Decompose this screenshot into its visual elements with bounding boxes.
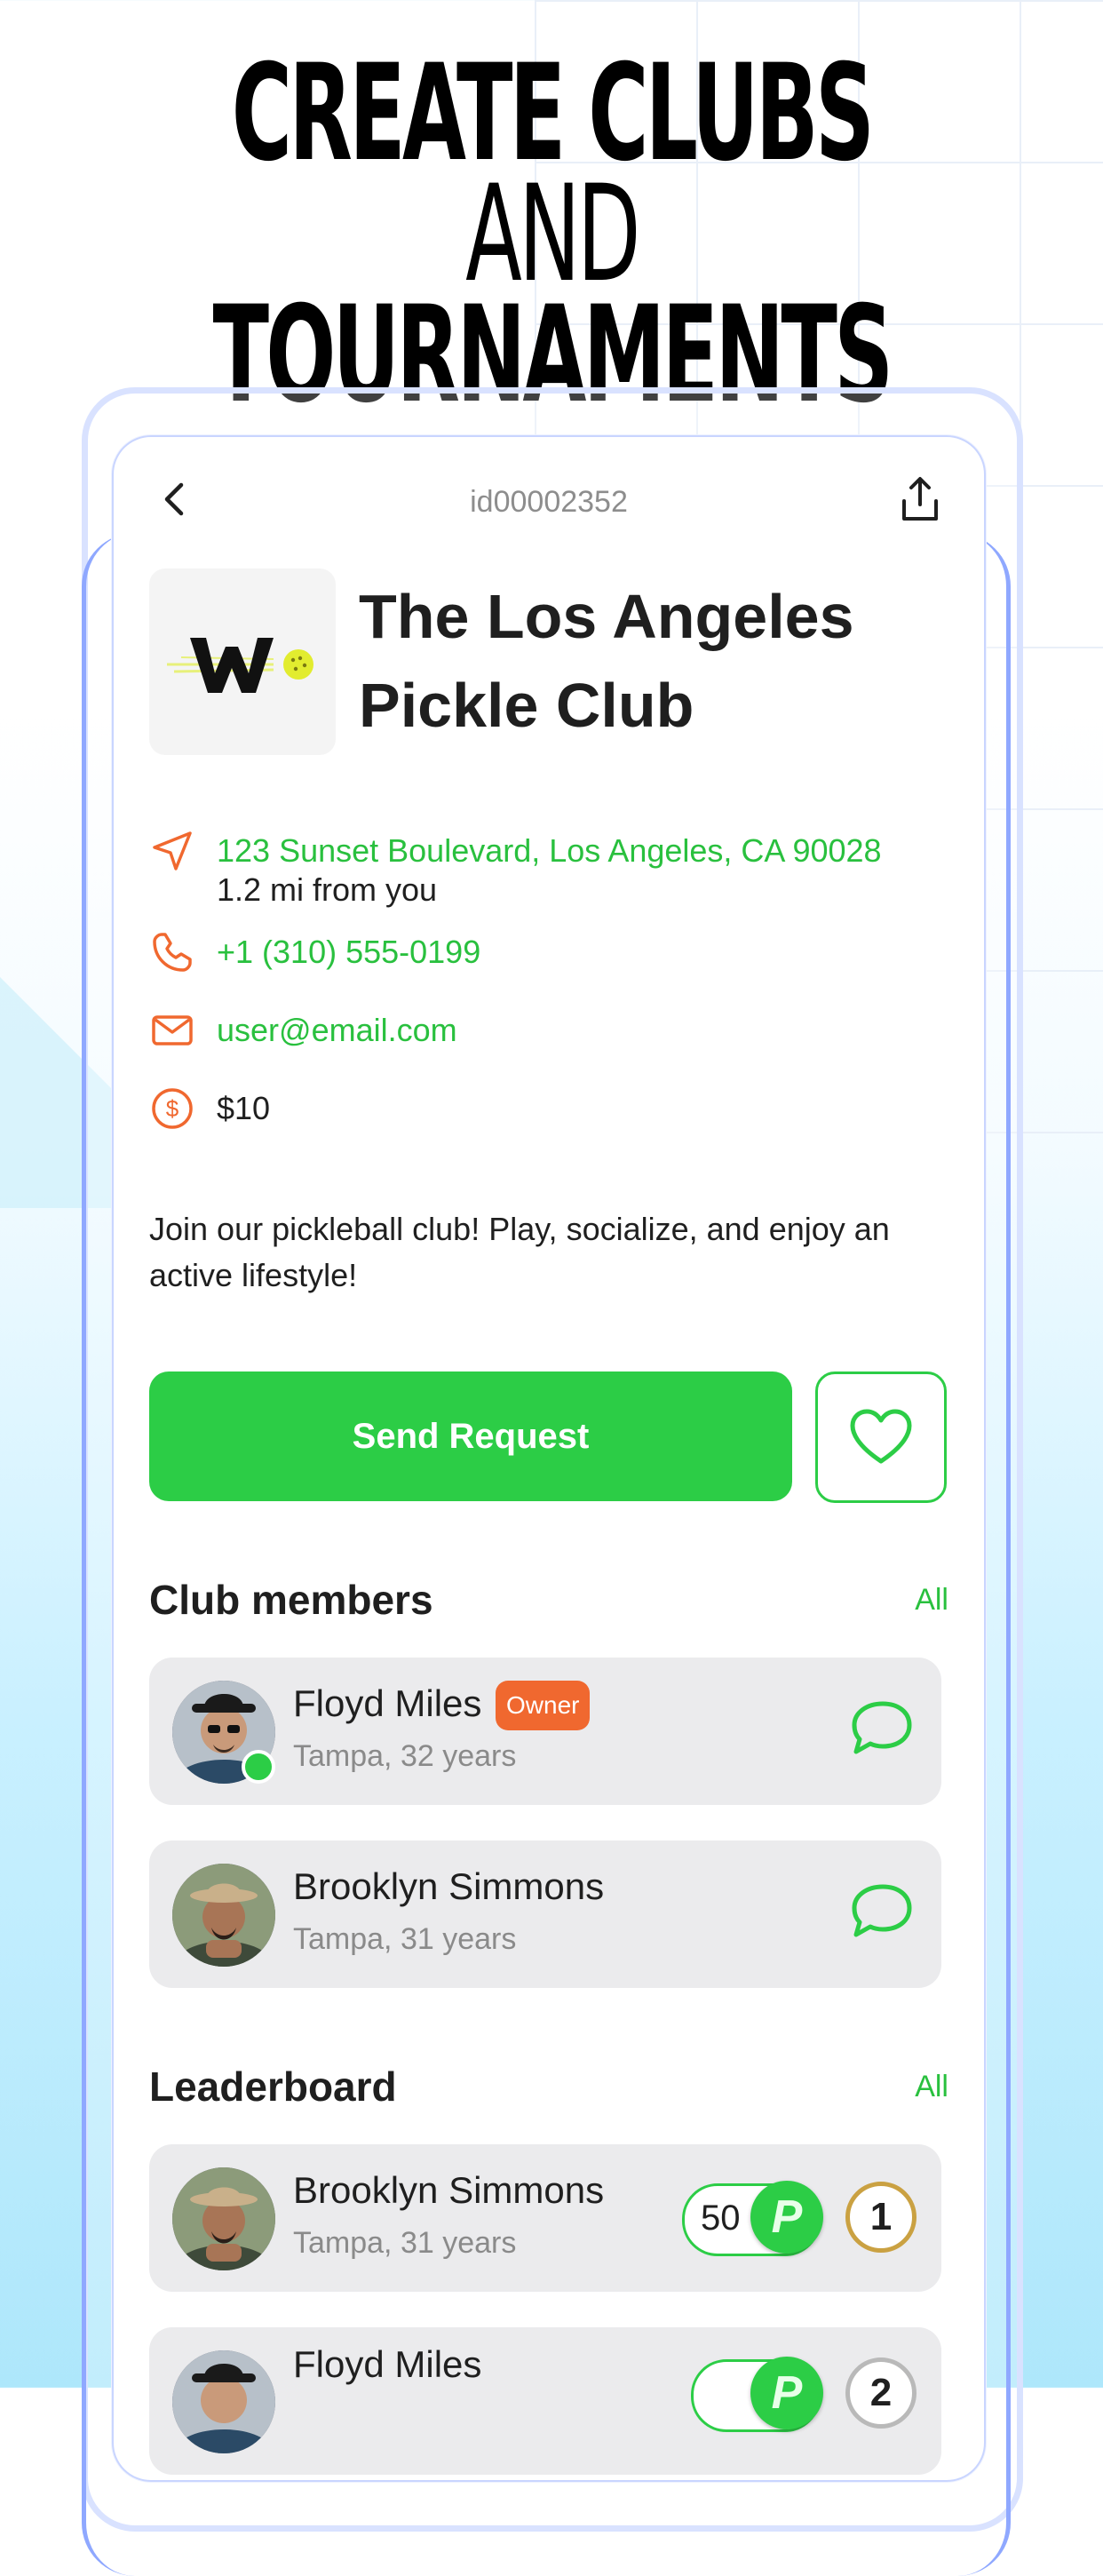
- player-location-age: Tampa, 31 years: [293, 2226, 517, 2260]
- rank-badge: 2: [845, 2357, 917, 2429]
- chat-icon[interactable]: [847, 1698, 915, 1761]
- club-name: The Los Angeles Pickle Club: [359, 582, 854, 740]
- member-location-age: Tampa, 31 years: [293, 1922, 517, 1956]
- members-all-link[interactable]: All: [915, 1583, 948, 1618]
- headline: CREATE CLUBS AND TOURNAMENTS: [210, 47, 894, 422]
- leaderboard-header: Leaderboard All: [149, 2063, 948, 2116]
- club-logo: [149, 568, 336, 755]
- player-name: Floyd Miles: [293, 2343, 482, 2385]
- points-pill: P: [691, 2357, 823, 2432]
- price-text: $10: [217, 1090, 271, 1126]
- member-name: Brooklyn Simmons: [293, 1865, 605, 1907]
- email-text[interactable]: user@email.com: [217, 1011, 457, 1050]
- send-request-button[interactable]: Send Request: [149, 1371, 792, 1501]
- share-icon[interactable]: [897, 474, 943, 524]
- points-coin-icon: P: [750, 2357, 823, 2429]
- club-logo-image: [167, 638, 313, 693]
- dollar-icon: $: [152, 1088, 193, 1129]
- member-name: Floyd Miles: [293, 1682, 482, 1724]
- phone-icon: [153, 933, 192, 972]
- rank-badge: 1: [845, 2182, 917, 2253]
- mail-icon: [152, 1015, 193, 1046]
- top-bar: id00002352: [114, 469, 984, 531]
- leaderboard-row[interactable]: Floyd Miles P 2: [149, 2327, 941, 2475]
- player-name: Brooklyn Simmons: [293, 2169, 605, 2211]
- svg-text:$: $: [166, 1095, 179, 1122]
- address-text[interactable]: 123 Sunset Boulevard, Los Angeles, CA 90…: [217, 831, 882, 871]
- leaderboard-all-link[interactable]: All: [915, 2070, 948, 2104]
- avatar: [172, 1864, 275, 1967]
- leaderboard-title: Leaderboard: [149, 2063, 397, 2110]
- member-card[interactable]: Floyd Miles Owner Tampa, 32 years: [149, 1658, 941, 1805]
- club-id: id00002352: [470, 485, 628, 519]
- points-pill: 50 P: [682, 2181, 823, 2256]
- chat-icon[interactable]: [847, 1881, 915, 1944]
- favorite-button[interactable]: [815, 1371, 947, 1503]
- navigation-arrow-icon: [153, 831, 192, 871]
- phone-screen: id00002352 The Los Angeles Pickle Club 1…: [112, 435, 986, 2482]
- members-header: Club members All: [149, 1576, 948, 1629]
- points-coin-icon: P: [750, 2181, 823, 2254]
- online-indicator: [242, 1750, 275, 1784]
- leaderboard-row[interactable]: Brooklyn Simmons Tampa, 31 years 50 P 1: [149, 2144, 941, 2292]
- heart-icon: [850, 1409, 912, 1464]
- owner-badge: Owner: [496, 1681, 591, 1730]
- avatar: [172, 2167, 275, 2270]
- member-location-age: Tampa, 32 years: [293, 1739, 517, 1773]
- distance-text: 1.2 mi from you: [217, 871, 438, 908]
- club-description: Join our pickleball club! Play, socializ…: [149, 1211, 890, 1293]
- member-card[interactable]: Brooklyn Simmons Tampa, 31 years: [149, 1841, 941, 1988]
- phone-text[interactable]: +1 (310) 555-0199: [217, 933, 480, 972]
- members-title: Club members: [149, 1577, 433, 1623]
- avatar: [172, 2350, 275, 2453]
- points-value: 50: [701, 2198, 741, 2238]
